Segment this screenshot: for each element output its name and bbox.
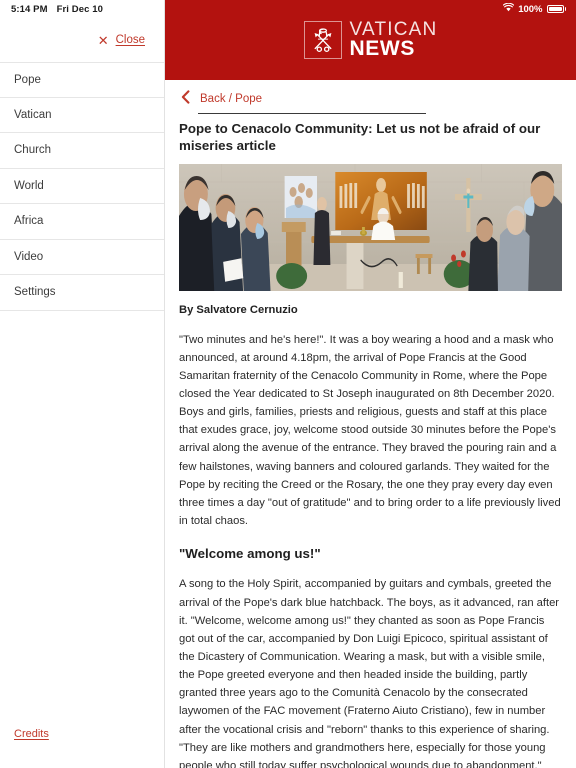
close-x-icon[interactable]: ✕ <box>98 34 109 47</box>
sidebar: ✕ Close Pope Vatican Church World Africa… <box>0 0 165 768</box>
article-paragraph-2: A song to the Holy Spirit, accompanied b… <box>179 578 560 768</box>
credits-link[interactable]: Credits <box>14 728 49 740</box>
sidebar-item-label: Settings <box>14 286 56 299</box>
sidebar-item-label: Vatican <box>14 108 52 121</box>
sidebar-item-label: World <box>14 179 44 192</box>
sidebar-item-vatican[interactable]: Vatican <box>0 98 164 133</box>
sidebar-item-label: Video <box>14 250 44 263</box>
page-title: Pope to Cenacolo Community: Let us not b… <box>179 121 541 154</box>
article-heading-1: "Welcome among us!" <box>179 546 321 562</box>
sidebar-item-settings[interactable]: Settings <box>0 275 164 311</box>
sidebar-item-label: Africa <box>14 215 44 228</box>
sidebar-item-video[interactable]: Video <box>0 240 164 275</box>
brand-header: VATICAN NEWS <box>165 0 576 80</box>
papal-coat-of-arms-icon <box>303 21 342 59</box>
render-artifact-line <box>198 113 426 114</box>
article-scroll-container[interactable]: Back / Pope Pope to Cenacolo Community: … <box>165 80 576 768</box>
sidebar-item-label: Pope <box>14 73 41 86</box>
sidebar-item-pope[interactable]: Pope <box>0 62 164 98</box>
article-paragraph-1: "Two minutes and he's here!". It was a b… <box>179 333 561 527</box>
sidebar-item-africa[interactable]: Africa <box>0 204 164 240</box>
sidebar-item-label: Church <box>14 144 52 157</box>
close-menu-button[interactable]: ✕ Close <box>0 0 164 62</box>
logo-wordmark: VATICAN NEWS <box>349 20 438 61</box>
logo-line-news: NEWS <box>349 37 415 61</box>
article-byline: By Salvatore Cernuzio <box>179 303 298 316</box>
close-label[interactable]: Close <box>116 34 145 46</box>
breadcrumb-label[interactable]: Back / Pope <box>200 93 262 105</box>
sidebar-item-church[interactable]: Church <box>0 133 164 169</box>
credits-container: Credits <box>0 724 164 768</box>
sidebar-item-world[interactable]: World <box>0 169 164 204</box>
main-panel: VATICAN NEWS Back / Pope Pope to Cenacol… <box>165 0 576 768</box>
sidebar-menu: Pope Vatican Church World Africa Video S… <box>0 62 164 311</box>
chevron-left-icon[interactable] <box>181 89 190 109</box>
vatican-news-logo[interactable]: VATICAN NEWS <box>303 20 438 61</box>
article-hero-image <box>179 163 562 291</box>
app-root: 5:14 PM Fri Dec 10 100% ✕ Close Pope Vat… <box>0 0 576 768</box>
